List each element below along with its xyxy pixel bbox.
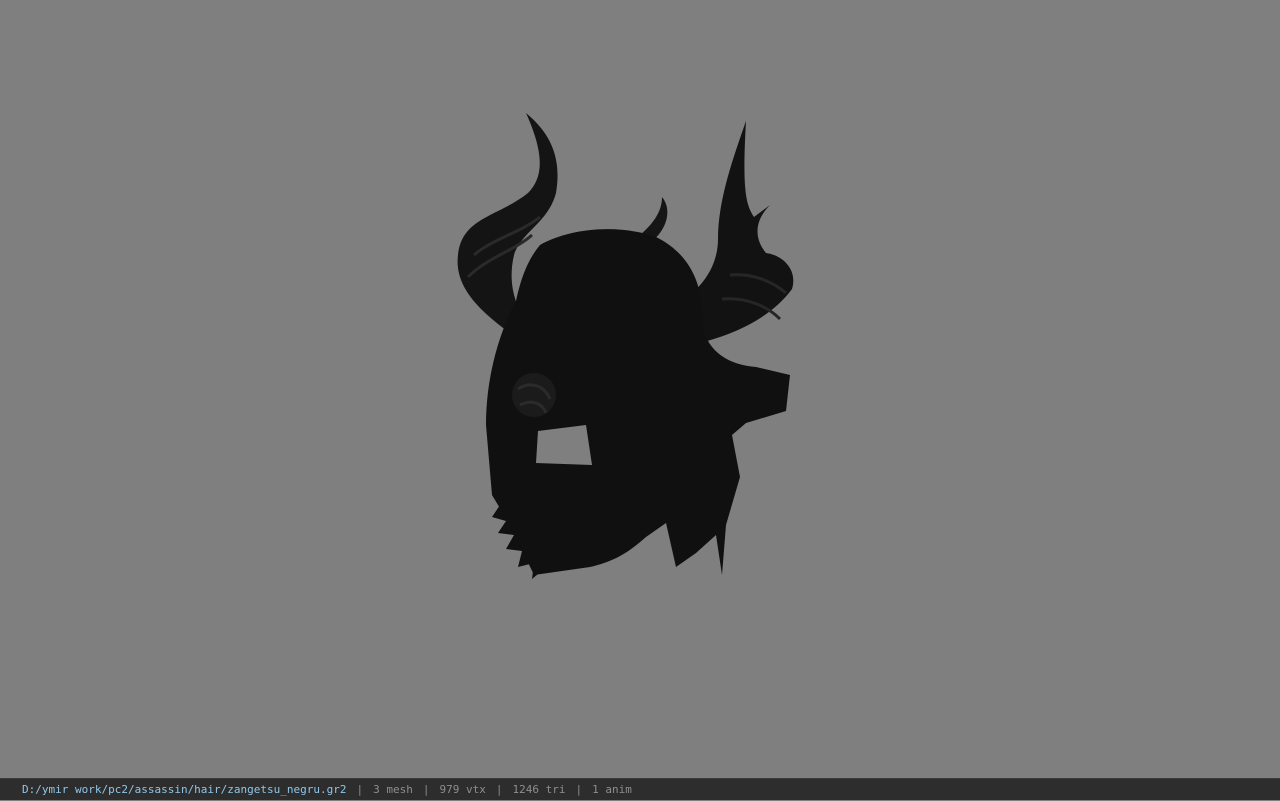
status-separator: | bbox=[422, 783, 430, 796]
triangle-count: 1246 tri bbox=[512, 783, 566, 796]
status-bar: D:/ymir work/pc2/assassin/hair/zangetsu_… bbox=[0, 778, 1280, 800]
vertex-count: 979 vtx bbox=[439, 783, 486, 796]
status-separator: | bbox=[495, 783, 503, 796]
3d-viewport[interactable] bbox=[0, 0, 1280, 778]
file-path: D:/ymir work/pc2/assassin/hair/zangetsu_… bbox=[22, 783, 347, 796]
status-separator: | bbox=[575, 783, 583, 796]
model-preview[interactable] bbox=[440, 105, 810, 590]
status-separator: | bbox=[356, 783, 364, 796]
mesh-count: 3 mesh bbox=[373, 783, 413, 796]
animation-count: 1 anim bbox=[592, 783, 632, 796]
